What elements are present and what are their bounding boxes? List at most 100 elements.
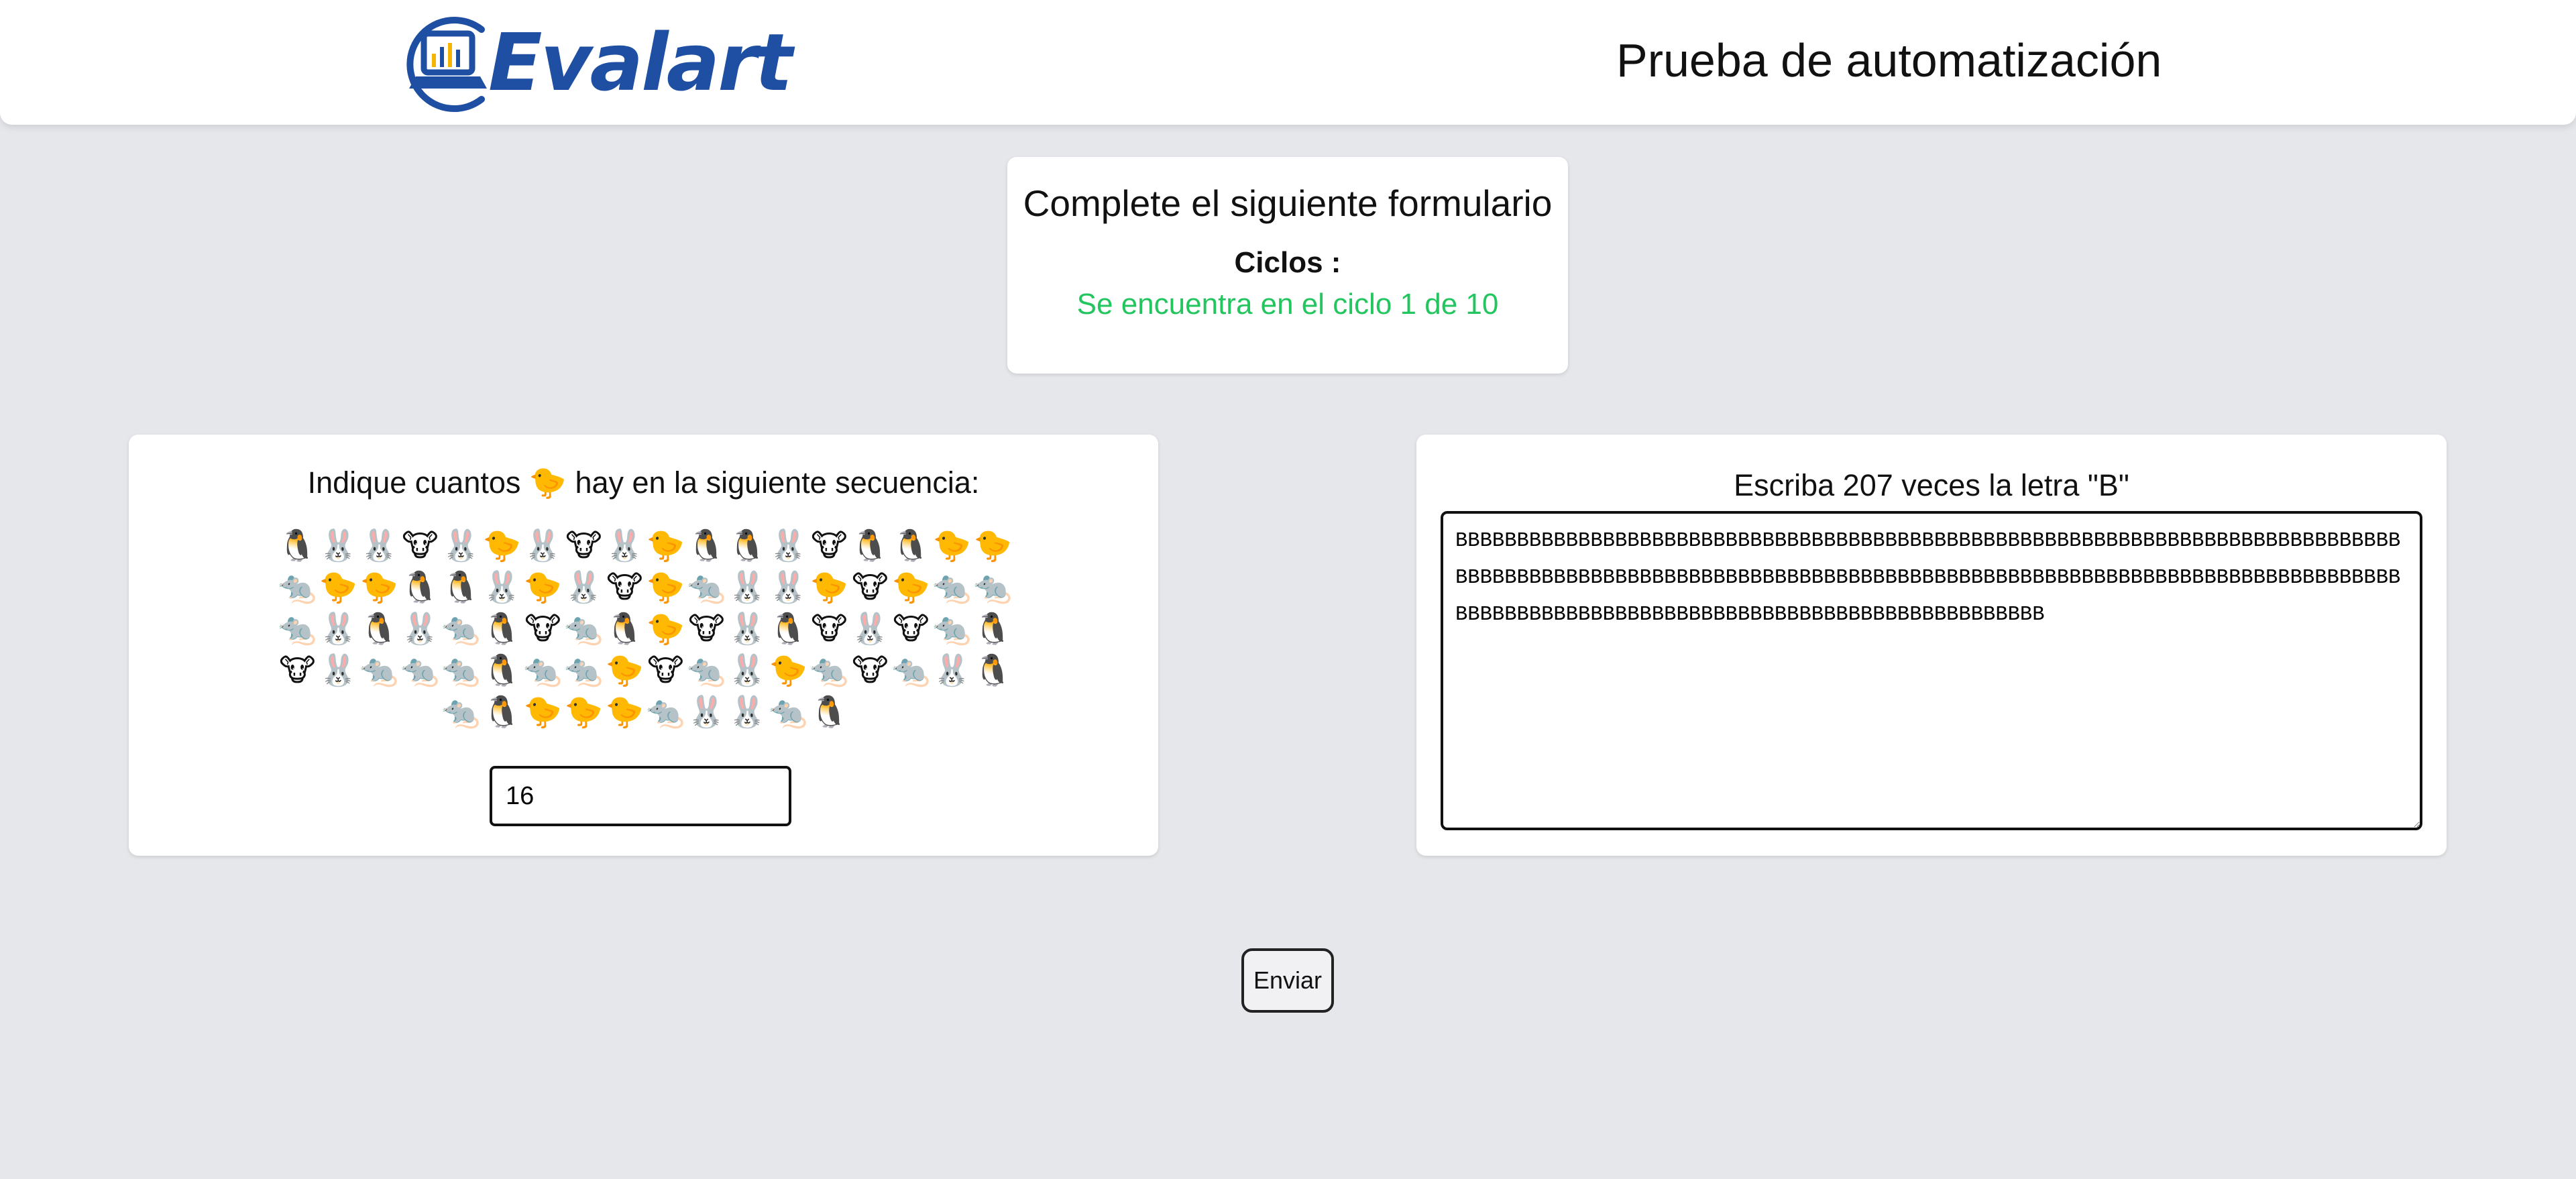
letter-writing-card: Escriba 207 veces la letra "B" BBBBBBBBB…: [1416, 435, 2447, 856]
sequence-emoji: 🐰: [728, 569, 767, 604]
sequence-emoji: 🐀: [932, 611, 972, 646]
sequence-emoji: 🐰: [319, 653, 358, 687]
sequence-emoji: 🐀: [278, 569, 317, 604]
emoji-count-question: Indique cuantos 🐤 hay en la siguiente se…: [129, 463, 1158, 503]
sequence-emoji: 🐮: [524, 611, 561, 646]
sequence-emoji: 🐤: [769, 653, 808, 687]
sequence-emoji: 🐤: [932, 528, 972, 563]
sequence-emoji: 🐮: [688, 611, 725, 646]
sequence-emoji: 🐀: [769, 694, 808, 729]
sequence-emoji: 🐰: [769, 569, 808, 604]
sequence-emoji: 🐧: [441, 569, 481, 604]
sequence-emoji: 🐰: [523, 528, 563, 563]
form-title: Complete el siguiente formulario: [1023, 182, 1553, 224]
submit-button[interactable]: Enviar: [1241, 948, 1334, 1013]
sequence-emoji: 🐤: [809, 569, 849, 604]
sequence-emoji: 🐀: [687, 653, 726, 687]
sequence-emoji: 🐤: [973, 528, 1013, 563]
emoji-sequence-row: 🐀 🐧 🐤 🐤 🐤 🐀 🐰 🐰 🐀 🐧: [441, 691, 850, 732]
cycles-label: Ciclos :: [1234, 246, 1341, 279]
emoji-count-input[interactable]: [490, 766, 791, 826]
sequence-emoji: 🐮: [565, 528, 602, 563]
logo-laptop-icon: [406, 17, 487, 112]
sequence-emoji: 🐀: [400, 653, 440, 687]
sequence-emoji: 🐤: [564, 694, 604, 729]
sequence-emoji: 🐰: [769, 528, 808, 563]
emoji-sequence-row: 🐧 🐰 🐰 🐮 🐰 🐤 🐰 🐮 🐰 🐤 🐧 🐧 🐰 🐮 🐧 🐧 🐤 🐤: [277, 524, 1013, 566]
sequence-emoji: 🐤: [523, 569, 563, 604]
sequence-emoji: 🐀: [646, 694, 685, 729]
sequence-emoji: 🐰: [687, 694, 726, 729]
sequence-emoji: 🐤: [891, 569, 931, 604]
sequence-emoji: 🐧: [605, 611, 645, 646]
sequence-emoji: 🐤: [523, 694, 563, 729]
sequence-emoji: 🐰: [728, 653, 767, 687]
sequence-emoji: 🐧: [359, 611, 399, 646]
sequence-emoji: 🐧: [687, 528, 726, 563]
sequence-emoji: 🐀: [932, 569, 972, 604]
sequence-emoji: 🐰: [319, 611, 358, 646]
sequence-emoji: 🐧: [400, 569, 440, 604]
top-header: Evalart Prueba de automatización: [0, 0, 2576, 125]
sequence-emoji: 🐀: [564, 611, 604, 646]
sequence-emoji: 🐧: [482, 611, 522, 646]
cycles-status: Se encuentra en el ciclo 1 de 10: [1076, 288, 1499, 321]
sequence-emoji: 🐀: [973, 569, 1013, 604]
emoji-sequence: 🐧 🐰 🐰 🐮 🐰 🐤 🐰 🐮 🐰 🐤 🐧 🐧 🐰 🐮 🐧 🐧 🐤 🐤 🐀 🐤 🐤 🐧 🐧 🐰 🐤 🐰 🐮 🐤 🐀 🐰 🐰 🐤 🐮 🐤 🐀 🐀 🐀 🐰 🐧 🐰…: [276, 524, 1014, 732]
sequence-emoji: 🐀: [441, 611, 481, 646]
sequence-emoji: 🐧: [482, 694, 522, 729]
sequence-emoji: 🐀: [359, 653, 399, 687]
sequence-emoji: 🐮: [402, 528, 439, 563]
sequence-emoji: 🐧: [809, 694, 849, 729]
emoji-count-card: Indique cuantos 🐤 hay en la siguiente se…: [129, 435, 1158, 856]
sequence-emoji: 🐧: [850, 528, 890, 563]
letter-textarea[interactable]: BBBBBBBBBBBBBBBBBBBBBBBBBBBBBBBBBBBBBBBB…: [1441, 511, 2422, 830]
sequence-emoji: 🐤: [646, 528, 685, 563]
sequence-emoji: 🐀: [564, 653, 604, 687]
question-suffix: hay en la siguiente secuencia:: [575, 465, 980, 500]
sequence-emoji: 🐰: [482, 569, 522, 604]
sequence-emoji: 🐧: [769, 611, 808, 646]
sequence-emoji: 🐀: [441, 694, 481, 729]
sequence-emoji: 🐀: [441, 653, 481, 687]
sequence-emoji: 🐮: [852, 569, 889, 604]
sequence-emoji: 🐰: [564, 569, 604, 604]
sequence-emoji: 🐧: [728, 528, 767, 563]
logo-wordmark: Evalart: [488, 16, 793, 109]
sequence-emoji: 🐤: [605, 653, 645, 687]
sequence-emoji: 🐰: [728, 611, 767, 646]
sequence-emoji: 🐰: [850, 611, 890, 646]
sequence-emoji: 🐮: [811, 611, 848, 646]
sequence-emoji: 🐧: [482, 653, 522, 687]
letter-instruction: Escriba 207 veces la letra "B": [1734, 468, 2129, 502]
sequence-emoji: 🐀: [278, 611, 317, 646]
target-chick-emoji: 🐤: [528, 465, 567, 500]
sequence-emoji: 🐧: [891, 528, 931, 563]
sequence-emoji: 🐰: [728, 694, 767, 729]
sequence-emoji: 🐰: [441, 528, 481, 563]
sequence-emoji: 🐧: [973, 653, 1013, 687]
sequence-emoji: 🐮: [606, 569, 643, 604]
sequence-emoji: 🐮: [647, 653, 684, 687]
sequence-emoji: 🐰: [605, 528, 645, 563]
sequence-emoji: 🐤: [359, 569, 399, 604]
sequence-emoji: 🐮: [811, 528, 848, 563]
evalart-logo: Evalart: [402, 11, 793, 118]
sequence-emoji: 🐮: [279, 653, 316, 687]
sequence-emoji: 🐀: [687, 569, 726, 604]
sequence-emoji: 🐮: [893, 611, 930, 646]
sequence-emoji: 🐧: [973, 611, 1013, 646]
sequence-emoji: 🐀: [809, 653, 849, 687]
emoji-sequence-row: 🐀 🐰 🐧 🐰 🐀 🐧 🐮 🐀 🐧 🐤 🐮 🐰 🐧 🐮 🐰 🐮 🐀 🐧: [277, 608, 1013, 649]
emoji-sequence-row: 🐮 🐰 🐀 🐀 🐀 🐧 🐀 🐀 🐤 🐮 🐀 🐰 🐤 🐀 🐮 🐀 🐰 🐧: [277, 649, 1013, 691]
sequence-emoji: 🐤: [646, 569, 685, 604]
sequence-emoji: 🐀: [523, 653, 563, 687]
sequence-emoji: 🐤: [482, 528, 522, 563]
sequence-emoji: 🐰: [932, 653, 972, 687]
form-info-card: Complete el siguiente formulario Ciclos …: [1007, 157, 1568, 374]
sequence-emoji: 🐰: [359, 528, 399, 563]
sequence-emoji: 🐰: [319, 528, 358, 563]
sequence-emoji: 🐀: [891, 653, 931, 687]
sequence-emoji: 🐤: [646, 611, 685, 646]
sequence-emoji: 🐤: [319, 569, 358, 604]
